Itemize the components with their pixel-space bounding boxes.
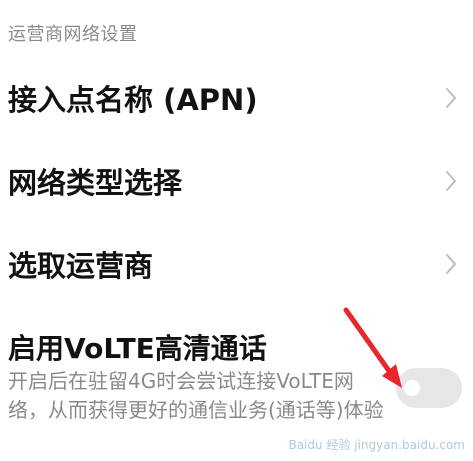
red-arrow-icon <box>343 307 402 388</box>
list-item-label: 选取运营商 <box>8 249 154 283</box>
list-item-select-operator[interactable]: 选取运营商 <box>0 229 473 299</box>
chevron-right-icon <box>446 171 456 191</box>
list-item-label: 接入点名称 (APN) <box>8 83 258 117</box>
section-header: 运营商网络设置 <box>8 24 138 45</box>
chevron-right-icon <box>446 88 456 108</box>
volte-title: 启用VoLTE高清通话 <box>8 332 267 365</box>
watermark: Baidu 经验 jingyan.baidu.com <box>288 438 465 452</box>
list-item-apn[interactable]: 接入点名称 (APN) <box>0 63 473 133</box>
list-item-label: 网络类型选择 <box>8 166 183 200</box>
chevron-right-icon <box>446 254 456 274</box>
list-item-network-type[interactable]: 网络类型选择 <box>0 146 473 216</box>
